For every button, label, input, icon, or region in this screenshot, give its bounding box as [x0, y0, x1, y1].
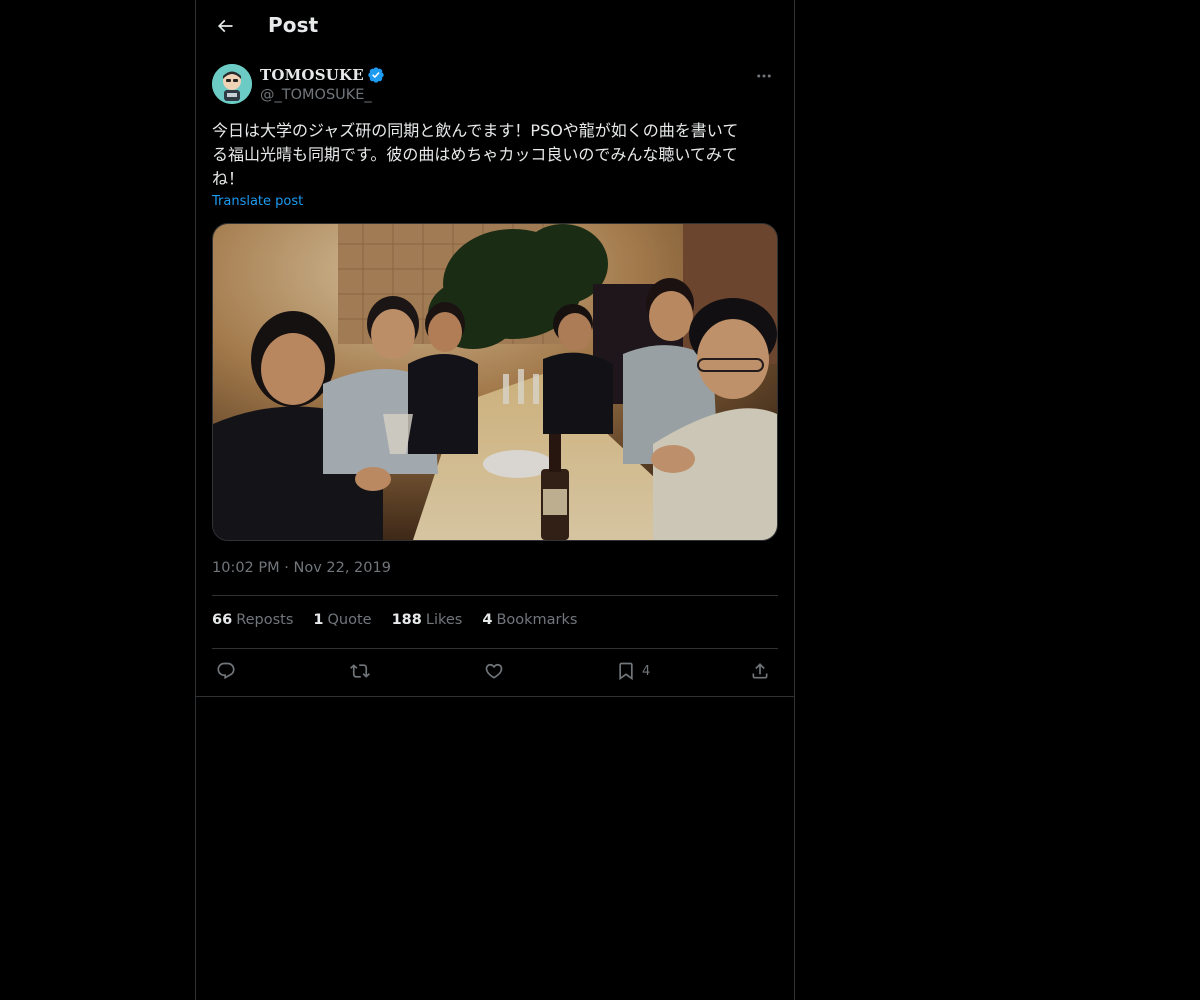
page-header: Post: [196, 0, 794, 53]
display-name[interactable]: TOMOSUKE: [260, 66, 364, 84]
handle[interactable]: @_TOMOSUKE_: [260, 87, 372, 103]
post-text: 今日は大学のジャズ研の同期と飲んでます！PSOや龍が如くの曲を書いて る福山光晴…: [212, 121, 739, 188]
photo-image: [213, 224, 777, 540]
repost-button[interactable]: [350, 661, 370, 681]
post-column: Post TOMOSUKE @_TOMOSUKE_ 今日は大学のジャズ研の同期と…: [195, 0, 795, 1000]
bookmark-icon: [619, 662, 633, 681]
like-button[interactable]: [484, 661, 504, 681]
more-horizontal-icon: [757, 74, 771, 78]
reply-button[interactable]: [216, 661, 236, 681]
engagement-stats: 66 Reposts 1 Quote 188 Likes 4 Bookmarks: [212, 612, 577, 628]
avatar[interactable]: [212, 64, 252, 104]
author-row: TOMOSUKE @_TOMOSUKE_: [212, 64, 778, 108]
arrow-left-icon: [217, 19, 233, 33]
likes-stat[interactable]: 188 Likes: [392, 612, 463, 628]
post-photo[interactable]: [212, 223, 778, 541]
avatar-image: [212, 64, 252, 104]
bookmark-button[interactable]: 4: [616, 661, 650, 681]
reply-icon: [217, 662, 235, 680]
heart-icon: [485, 663, 503, 679]
quotes-stat[interactable]: 1 Quote: [313, 612, 371, 628]
bookmark-count: 4: [642, 663, 651, 679]
translate-post-link[interactable]: Translate post: [212, 194, 303, 209]
back-button[interactable]: [208, 9, 242, 43]
divider: [196, 696, 794, 697]
reposts-stat[interactable]: 66 Reposts: [212, 612, 293, 628]
share-button[interactable]: [750, 661, 770, 681]
divider: [212, 648, 778, 649]
share-icon: [752, 663, 768, 679]
post-timestamp[interactable]: 10:02 PM · Nov 22, 2019: [212, 560, 391, 576]
action-bar: 4: [212, 652, 778, 694]
verified-badge-icon[interactable]: [367, 66, 385, 84]
page-title: Post: [268, 13, 319, 37]
bookmarks-stat[interactable]: 4 Bookmarks: [482, 612, 577, 628]
divider: [212, 595, 778, 596]
repost-icon: [350, 664, 370, 678]
display-name-row: TOMOSUKE: [260, 66, 385, 84]
more-options-button[interactable]: [750, 64, 778, 88]
